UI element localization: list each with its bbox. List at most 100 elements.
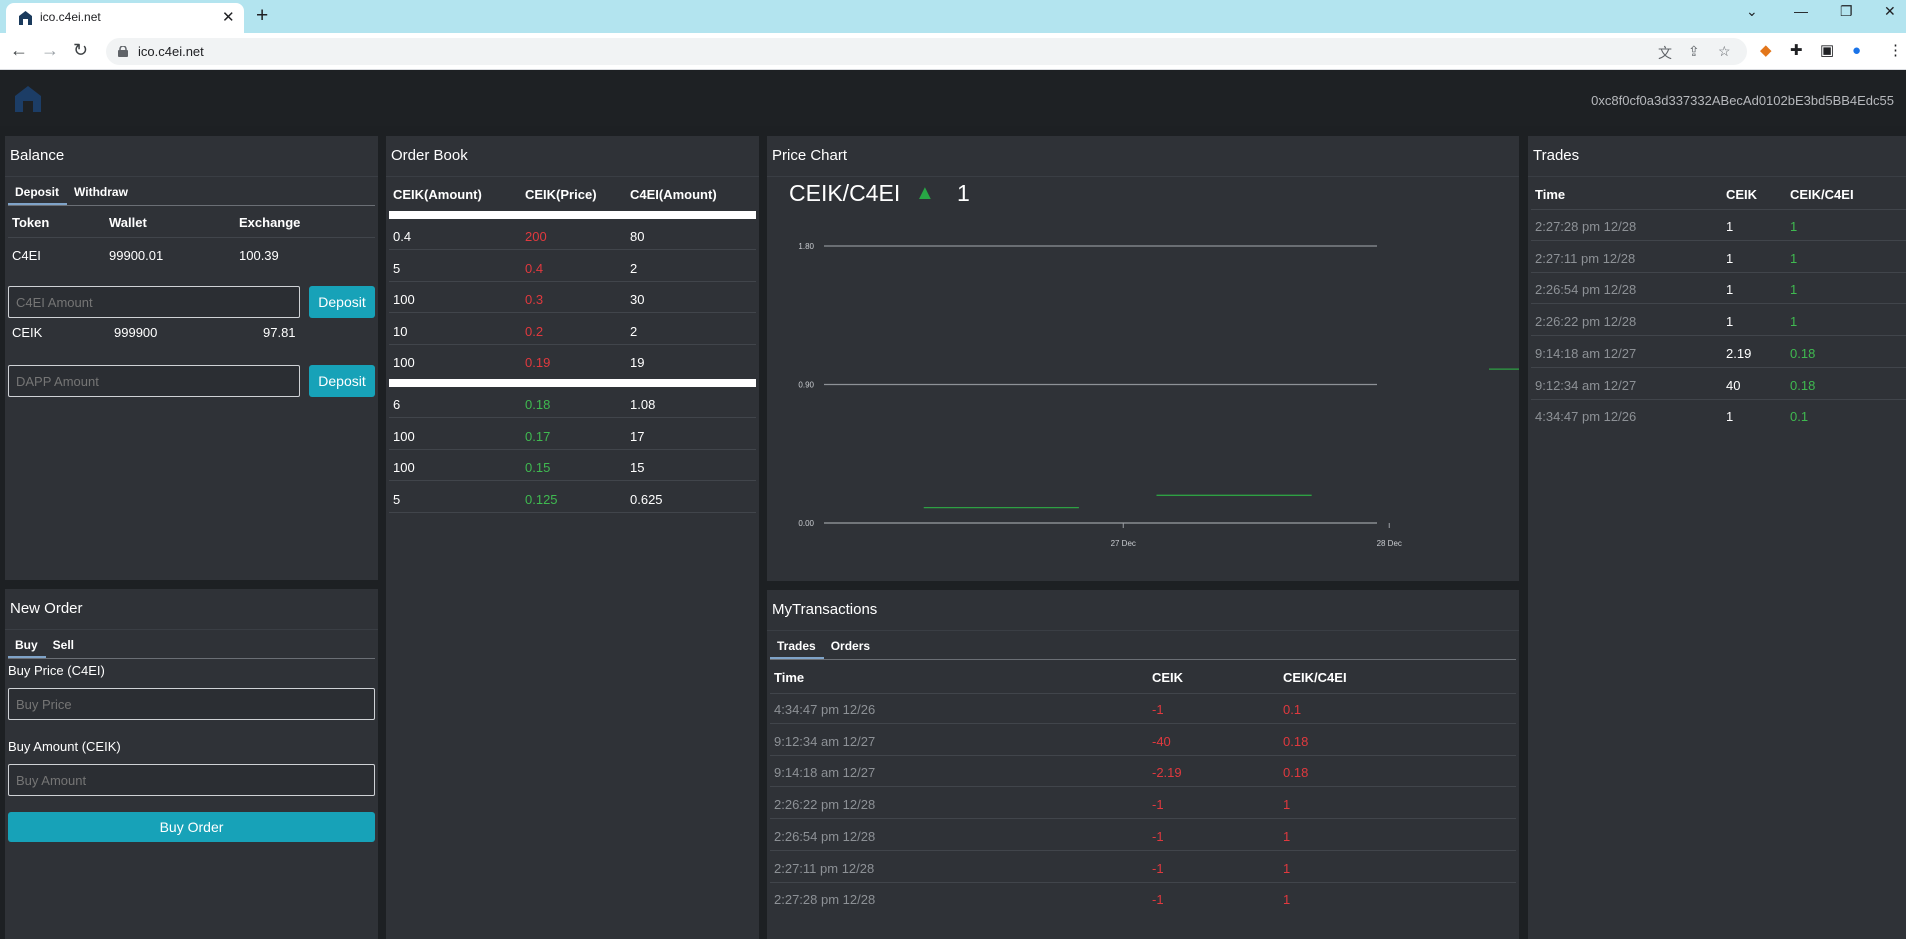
tab-orders[interactable]: Orders <box>824 637 878 659</box>
trades-card: Trades Time CEIK CEIK/C4EI 2:27:28 pm 12… <box>1528 136 1906 939</box>
buy-price: 0.18 <box>525 397 551 412</box>
back-button[interactable]: ← <box>10 39 28 61</box>
bookmark-star-icon[interactable]: ☆ <box>1718 43 1731 60</box>
window-close-button[interactable]: ✕ <box>1884 3 1896 20</box>
sell-amount: 10 <box>393 323 408 339</box>
buy-price-label: Buy Price (C4EI) <box>8 663 105 678</box>
row-divider <box>770 723 1516 724</box>
tx-price: 0.18 <box>1283 765 1309 781</box>
col-ceik: CEIK <box>1152 670 1184 685</box>
sell-amount: 0.4 <box>393 229 412 244</box>
tx-ceik: -40 <box>1152 733 1171 749</box>
extensions-puzzle-icon[interactable]: ✚ <box>1790 42 1803 60</box>
trade-price: 0.18 <box>1790 377 1816 393</box>
balance-tabs: Deposit Withdraw <box>8 183 375 206</box>
my-transactions-card: MyTransactions Trades Orders Time CEIK C… <box>767 590 1519 939</box>
trade-ceik: 1 <box>1726 314 1734 330</box>
home-logo-icon[interactable] <box>13 84 43 114</box>
sell-amount: 100 <box>393 355 415 370</box>
trade-ceik: 1 <box>1726 250 1734 266</box>
new-order-card: New Order Buy Sell Buy Price (C4EI) Buy … <box>5 589 378 939</box>
account-address: 0xc8f0cf0a3d337332ABecAd0102bE3bd5BB4Edc… <box>1591 93 1894 108</box>
app-header: 0xc8f0cf0a3d337332ABecAd0102bE3bd5BB4Edc… <box>0 71 1906 126</box>
tx-ceik: -1 <box>1152 828 1164 844</box>
col-wallet: Wallet <box>109 215 147 230</box>
minimize-button[interactable]: — <box>1794 3 1808 19</box>
x-tick-label: 27 Dec <box>1111 539 1136 548</box>
sell-price: 200 <box>525 229 547 244</box>
deposit-c4ei-button[interactable]: Deposit <box>309 286 375 318</box>
side-panel-icon[interactable]: ▣ <box>1820 42 1834 60</box>
sell-separator-bar <box>389 211 756 219</box>
tx-price: 1 <box>1283 860 1291 876</box>
row-divider <box>389 343 756 345</box>
trade-ceik: 1 <box>1726 219 1734 234</box>
sell-amount: 5 <box>393 260 401 276</box>
divider <box>5 176 378 177</box>
trade-time: 2:27:28 pm 12/28 <box>1535 219 1637 234</box>
tab-search-icon[interactable]: ⌄ <box>1746 3 1758 20</box>
browser-tab[interactable]: ico.c4ei.net ✕ <box>6 3 244 33</box>
forward-button[interactable]: → <box>41 39 59 61</box>
tx-price: 1 <box>1283 797 1291 813</box>
new-tab-button[interactable]: + <box>256 4 268 28</box>
tab-withdraw[interactable]: Withdraw <box>67 183 136 205</box>
row-divider <box>389 417 756 418</box>
c4ei-amount-input[interactable] <box>8 286 300 318</box>
buy-total: 0.625 <box>630 491 663 507</box>
tab-deposit[interactable]: Deposit <box>8 183 68 205</box>
tx-price: 0.18 <box>1283 733 1309 749</box>
trade-price: 1 <box>1790 282 1798 298</box>
tab-buy[interactable]: Buy <box>8 636 46 658</box>
tab-close-button[interactable]: ✕ <box>222 8 235 26</box>
deposit-dapp-button[interactable]: Deposit <box>309 365 375 397</box>
c4ei-wallet: 99900.01 <box>109 248 164 263</box>
profile-icon[interactable]: ● <box>1852 42 1861 60</box>
trade-price: 1 <box>1790 314 1798 330</box>
sell-price: 0.19 <box>525 355 551 370</box>
row-divider <box>389 480 756 481</box>
divider <box>1531 209 1906 210</box>
col-time: Time <box>774 670 805 685</box>
buy-price-input[interactable] <box>8 688 375 720</box>
reload-button[interactable]: ↻ <box>73 39 88 61</box>
col-ceik: CEIK <box>1726 187 1758 202</box>
sell-price: 0.4 <box>525 260 544 276</box>
buy-order-button[interactable]: Buy Order <box>8 812 375 842</box>
y-tick-label: 0.90 <box>798 381 814 390</box>
row-divider <box>1531 366 1906 368</box>
translate-icon[interactable]: 文 <box>1658 43 1672 63</box>
tx-time: 2:27:28 pm 12/28 <box>774 892 876 908</box>
divider <box>767 630 1519 631</box>
price-chart-card: Price Chart CEIK/C4EI ▲ 1 1.80 0.90 0.00 27… <box>767 136 1519 581</box>
tx-price: 1 <box>1283 828 1291 844</box>
tx-ceik: -1 <box>1152 797 1164 813</box>
tab-title: ico.c4ei.net <box>40 10 101 24</box>
trade-time: 2:27:11 pm 12/28 <box>1535 250 1636 266</box>
metamask-extension-icon[interactable]: ◆ <box>1760 42 1772 60</box>
browser-menu-icon[interactable]: ⋮ <box>1888 42 1903 60</box>
ceik-token: CEIK <box>12 325 43 340</box>
tab-trades[interactable]: Trades <box>770 637 824 659</box>
trade-ceik: 1 <box>1726 409 1734 425</box>
y-tick-label: 0.00 <box>798 519 814 528</box>
row-divider <box>389 249 756 250</box>
tx-price: 0.1 <box>1283 702 1302 717</box>
tab-sell[interactable]: Sell <box>46 636 82 658</box>
restore-button[interactable]: ❐ <box>1840 3 1853 20</box>
sell-total: 19 <box>630 355 645 370</box>
buy-amount: 100 <box>393 460 415 475</box>
buy-amount-input[interactable] <box>8 764 375 796</box>
new-order-title: New Order <box>10 600 83 617</box>
trade-time: 2:26:22 pm 12/28 <box>1535 314 1637 330</box>
buy-price: 0.17 <box>525 428 551 444</box>
browser-tabstrip: ico.c4ei.net ✕ + ⌄ — ❐ ✕ <box>0 0 1906 33</box>
share-icon[interactable]: ⇪ <box>1688 43 1700 60</box>
divider <box>386 176 759 177</box>
row-divider <box>1531 303 1906 305</box>
dapp-amount-input[interactable] <box>8 365 300 397</box>
address-bar[interactable]: ico.c4ei.net 文 ⇪ ☆ <box>106 38 1747 65</box>
col-exchange: Exchange <box>239 215 301 230</box>
col-ceik-amount: CEIK(Amount) <box>393 187 482 202</box>
row-divider <box>770 818 1516 820</box>
